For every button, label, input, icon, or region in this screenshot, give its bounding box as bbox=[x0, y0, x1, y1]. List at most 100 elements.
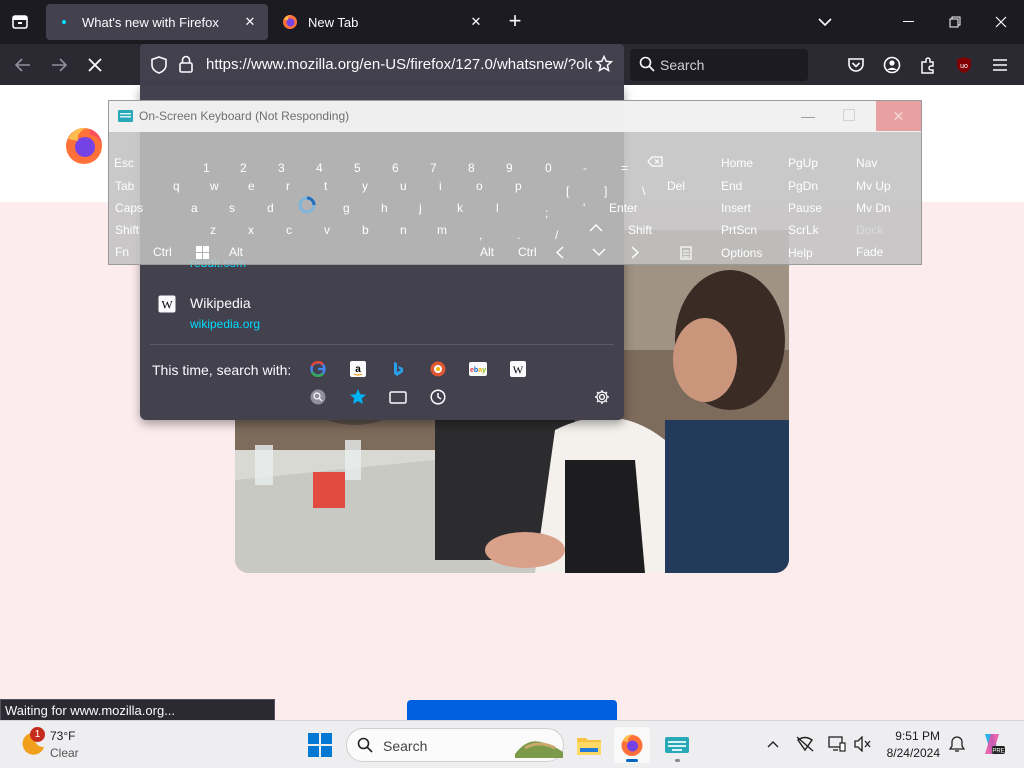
close-tab-icon[interactable]: ✕ bbox=[464, 10, 488, 34]
show-hidden-icons-chevron-icon[interactable] bbox=[763, 734, 783, 754]
key-h[interactable]: h bbox=[381, 201, 388, 215]
key-n[interactable]: n bbox=[400, 223, 407, 237]
search-mode-icon[interactable] bbox=[308, 387, 328, 407]
firefox-taskbar-icon[interactable] bbox=[614, 727, 650, 763]
chevron-down-icon[interactable] bbox=[812, 10, 838, 34]
hamburger-menu-icon[interactable] bbox=[987, 52, 1013, 78]
key-a[interactable]: a bbox=[191, 201, 198, 215]
key-0[interactable]: 0 bbox=[545, 161, 552, 175]
key-minus[interactable]: - bbox=[583, 161, 587, 175]
key-mv-dn[interactable]: Mv Dn bbox=[856, 201, 891, 215]
key-caps[interactable]: Caps bbox=[115, 201, 143, 215]
copilot-icon[interactable]: PRE bbox=[979, 732, 1005, 756]
lock-icon[interactable] bbox=[179, 55, 193, 78]
key-dock[interactable]: Dock bbox=[856, 223, 883, 237]
firefox-view-icon[interactable] bbox=[8, 10, 32, 34]
weather-temp[interactable]: 73°F bbox=[50, 729, 75, 743]
settings-gear-icon[interactable] bbox=[592, 387, 612, 407]
key-pause[interactable]: Pause bbox=[788, 201, 822, 215]
key-semicolon[interactable]: ; bbox=[545, 206, 548, 220]
clock-date[interactable]: 8/24/2024 bbox=[884, 746, 940, 760]
new-tab-plus-icon[interactable]: + bbox=[502, 8, 528, 36]
key-i[interactable]: i bbox=[439, 179, 442, 193]
key-4[interactable]: 4 bbox=[316, 161, 323, 175]
key-end[interactable]: End bbox=[721, 179, 742, 193]
account-icon[interactable] bbox=[879, 52, 905, 78]
key-enter[interactable]: Enter bbox=[609, 201, 638, 215]
key-mv-up[interactable]: Mv Up bbox=[856, 179, 891, 193]
key-tab[interactable]: Tab bbox=[115, 179, 134, 193]
key-v[interactable]: v bbox=[324, 223, 330, 237]
minimize-icon[interactable] bbox=[886, 0, 932, 44]
key-9[interactable]: 9 bbox=[506, 161, 513, 175]
backspace-icon[interactable] bbox=[647, 156, 663, 170]
key-j[interactable]: j bbox=[419, 201, 422, 215]
key-nav[interactable]: Nav bbox=[856, 156, 877, 170]
key-slash[interactable]: / bbox=[555, 228, 558, 242]
restore-icon[interactable] bbox=[932, 0, 978, 44]
key-t[interactable]: t bbox=[324, 179, 327, 193]
key-d[interactable]: d bbox=[267, 201, 274, 215]
key-1[interactable]: 1 bbox=[203, 161, 210, 175]
notification-bell-icon[interactable] bbox=[947, 734, 967, 754]
key-l[interactable]: l bbox=[496, 201, 499, 215]
key-pgdn[interactable]: PgDn bbox=[788, 179, 818, 193]
osk-minimize-icon[interactable]: — bbox=[797, 105, 819, 127]
key-pgup[interactable]: PgUp bbox=[788, 156, 818, 170]
tab-whats-new[interactable]: What's new with Firefox ✕ bbox=[46, 4, 268, 40]
key-6[interactable]: 6 bbox=[392, 161, 399, 175]
key-options[interactable]: Options bbox=[721, 246, 762, 260]
down-arrow-icon[interactable] bbox=[592, 246, 606, 260]
weather-condition[interactable]: Clear bbox=[50, 746, 79, 760]
file-explorer-icon[interactable] bbox=[571, 727, 607, 763]
key-z[interactable]: z bbox=[210, 223, 216, 237]
key-ctrl-right[interactable]: Ctrl bbox=[518, 245, 537, 259]
key-left-bracket[interactable]: [ bbox=[566, 184, 569, 198]
key-quote[interactable]: ' bbox=[583, 201, 585, 215]
key-2[interactable]: 2 bbox=[240, 161, 247, 175]
key-scrlk[interactable]: ScrLk bbox=[788, 223, 819, 237]
bing-icon[interactable] bbox=[388, 359, 408, 379]
ublock-origin-icon[interactable]: uo bbox=[951, 52, 977, 78]
tracking-shield-icon[interactable] bbox=[151, 56, 167, 79]
key-shift-left[interactable]: Shift bbox=[115, 223, 139, 237]
display-icon[interactable] bbox=[827, 734, 847, 754]
key-ctrl-left[interactable]: Ctrl bbox=[153, 245, 172, 259]
key-esc[interactable]: Esc bbox=[114, 156, 134, 170]
key-s[interactable]: s bbox=[229, 201, 235, 215]
key-backslash[interactable]: \ bbox=[642, 184, 645, 198]
forward-arrow-icon[interactable] bbox=[44, 50, 74, 80]
google-icon[interactable] bbox=[308, 359, 328, 379]
search-bar[interactable]: Search bbox=[630, 49, 808, 81]
key-right-bracket[interactable]: ] bbox=[604, 184, 607, 198]
ebay-icon[interactable]: ebay bbox=[468, 359, 488, 379]
pocket-icon[interactable] bbox=[843, 52, 869, 78]
window-close-icon[interactable] bbox=[978, 0, 1024, 44]
key-g[interactable]: g bbox=[343, 201, 350, 215]
key-prtscn[interactable]: PrtScn bbox=[721, 223, 757, 237]
key-period[interactable]: . bbox=[517, 228, 520, 242]
tab-new-tab[interactable]: New Tab ✕ bbox=[272, 4, 494, 40]
key-q[interactable]: q bbox=[173, 179, 180, 193]
extensions-icon[interactable] bbox=[915, 52, 941, 78]
history-icon[interactable] bbox=[428, 387, 448, 407]
key-7[interactable]: 7 bbox=[430, 161, 437, 175]
key-5[interactable]: 5 bbox=[354, 161, 361, 175]
key-fn[interactable]: Fn bbox=[115, 245, 129, 259]
key-e[interactable]: e bbox=[248, 179, 255, 193]
key-del[interactable]: Del bbox=[667, 179, 685, 193]
network-icon[interactable] bbox=[795, 734, 815, 754]
key-alt-right[interactable]: Alt bbox=[480, 245, 494, 259]
on-screen-keyboard-taskbar-icon[interactable] bbox=[659, 727, 695, 763]
left-arrow-icon[interactable] bbox=[555, 246, 564, 262]
tabs-icon[interactable] bbox=[388, 387, 408, 407]
osk-close-icon[interactable]: ✕ bbox=[876, 101, 921, 131]
volume-muted-icon[interactable] bbox=[853, 734, 873, 754]
key-y[interactable]: y bbox=[362, 179, 368, 193]
key-home[interactable]: Home bbox=[721, 156, 753, 170]
url-text[interactable]: https://www.mozilla.org/en-US/firefox/12… bbox=[206, 56, 592, 73]
key-8[interactable]: 8 bbox=[468, 161, 475, 175]
key-k[interactable]: k bbox=[457, 201, 463, 215]
download-button[interactable] bbox=[407, 700, 617, 722]
key-alt-left[interactable]: Alt bbox=[229, 245, 243, 259]
